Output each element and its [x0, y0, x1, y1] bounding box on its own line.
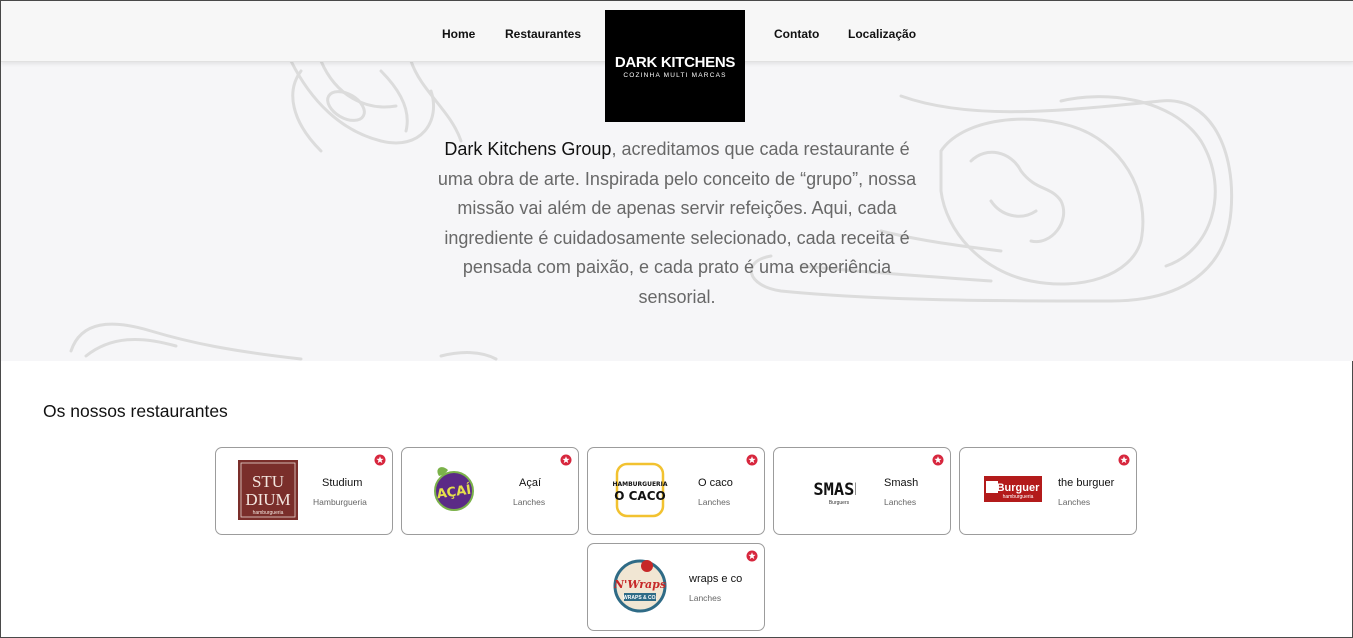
mission-line: sensorial.: [638, 286, 716, 307]
restaurant-category: Lanches: [884, 497, 917, 507]
mission-text: Dark Kitchens Group, acreditamos que cad…: [421, 135, 933, 312]
the-burguer-logo: Burguer hamburgueria: [984, 476, 1042, 502]
restaurant-name: the burguer: [1058, 477, 1115, 489]
restaurant-category: Lanches: [1058, 497, 1091, 507]
restaurant-card[interactable]: N'Wraps WRAPS & CO. wraps e co Lanches: [587, 543, 765, 631]
restaurant-card[interactable]: AÇAÍ Açaí Lanches: [401, 447, 579, 535]
star-icon[interactable]: [1118, 454, 1130, 466]
smash-logo-text: Burguers: [829, 500, 850, 506]
acai-logo: AÇAÍ: [434, 467, 474, 511]
star-icon[interactable]: [932, 454, 944, 466]
nav-restaurantes-link[interactable]: Restaurantes: [505, 27, 581, 41]
restaurant-category: Lanches: [689, 593, 722, 603]
restaurant-name: Smash: [884, 477, 919, 489]
the-burguer-logo-text: hamburgueria: [1003, 494, 1034, 500]
mission-line: ingrediente é cuidadosamente selecionado…: [444, 227, 910, 248]
star-icon[interactable]: [560, 454, 572, 466]
star-icon[interactable]: [374, 454, 386, 466]
mission-line: uma obra de arte. Inspirada pelo conceit…: [437, 168, 917, 189]
restaurant-name: wraps e co: [689, 573, 743, 585]
ocaco-logo: HAMBURGUERIA O CACO: [612, 462, 668, 518]
the-burguer-logo-text: Burguer: [997, 482, 1041, 494]
restaurant-card[interactable]: SMASH Burguers Smash Lanches: [773, 447, 951, 535]
star-icon[interactable]: [746, 550, 758, 562]
wraps-logo-text: N'Wraps: [613, 578, 666, 591]
wraps-logo: N'Wraps WRAPS & CO.: [613, 559, 667, 613]
nav-localizacao-link[interactable]: Localização: [848, 27, 916, 41]
restaurant-card[interactable]: STU DIUM hamburgueria Studium Hamburguer…: [215, 447, 393, 535]
wraps-logo-text: WRAPS & CO.: [623, 595, 658, 601]
logo-title: DARK KITCHENS: [614, 54, 736, 71]
smash-logo-text: SMASH: [813, 480, 856, 500]
ocaco-logo-text: O CACO: [614, 489, 665, 503]
restaurant-name: Açaí: [519, 477, 542, 489]
brand-name: Dark Kitchens Group: [444, 139, 612, 159]
mission-line: , acreditamos que cada restaurante é: [611, 139, 910, 159]
dark-kitchens-logo[interactable]: DARK KITCHENS COZINHA MULTI MARCAS: [605, 10, 745, 122]
restaurant-card[interactable]: Burguer hamburgueria the burguer Lanches: [959, 447, 1137, 535]
logo-subtitle: COZINHA MULTI MARCAS: [623, 72, 727, 79]
nav-home-link[interactable]: Home: [442, 27, 475, 41]
nav-contato-link[interactable]: Contato: [774, 27, 819, 41]
studium-logo-text: DIUM: [245, 490, 290, 509]
restaurant-name: O caco: [698, 477, 733, 489]
section-title: Os nossos restaurantes: [43, 401, 228, 421]
restaurant-category: Lanches: [513, 497, 546, 507]
restaurant-category: Lanches: [698, 497, 731, 507]
ocaco-logo-text: HAMBURGUERIA: [612, 481, 667, 488]
mission-line: missão vai além de apenas servir refeiçõ…: [457, 198, 897, 218]
star-icon[interactable]: [746, 454, 758, 466]
smash-logo: SMASH Burguers: [813, 480, 856, 506]
restaurant-card[interactable]: HAMBURGUERIA O CACO O caco Lanches: [587, 447, 765, 535]
studium-logo-text: hamburgueria: [253, 510, 284, 516]
mission-line: pensada com paixão, e cada prato é uma e…: [462, 257, 892, 277]
studium-logo-text: STU: [252, 472, 284, 491]
restaurant-category: Hamburgueria: [313, 497, 367, 507]
studium-logo: STU DIUM hamburgueria: [238, 460, 298, 520]
restaurant-name: Studium: [322, 477, 363, 489]
